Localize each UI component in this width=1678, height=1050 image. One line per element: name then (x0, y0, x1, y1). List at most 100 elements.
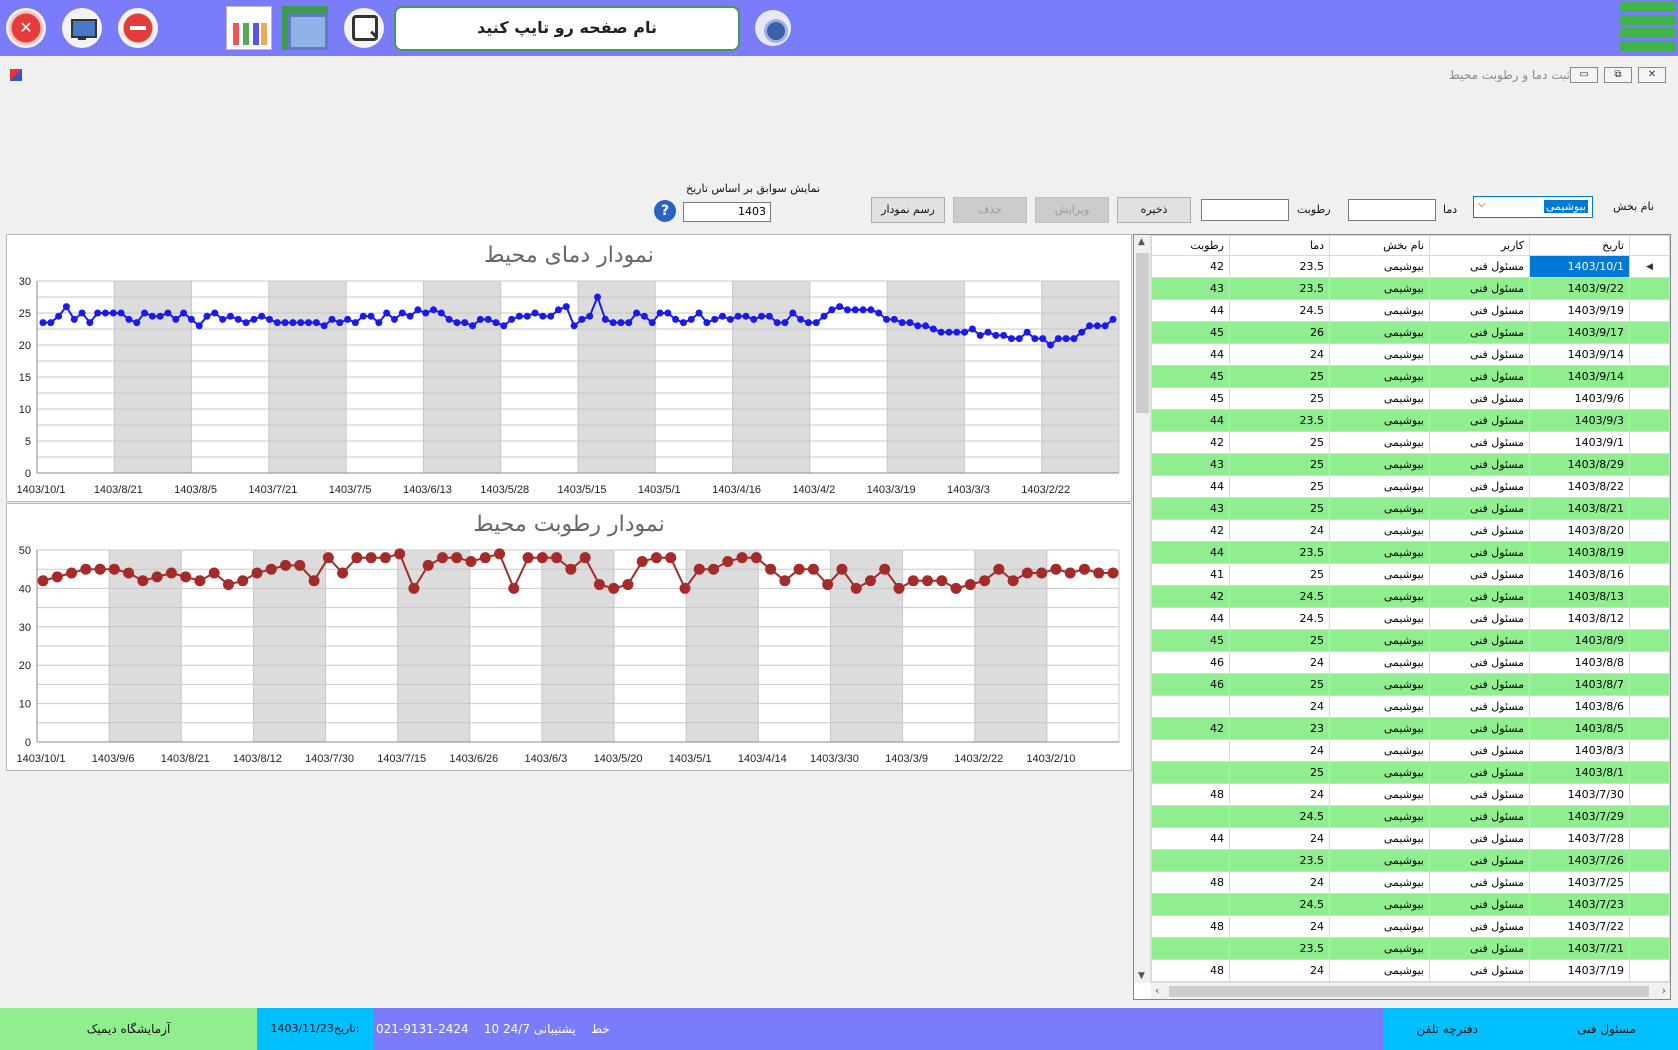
table-row[interactable]: 24 بیوشیمی مسئول فنی 1403/8/3 (1151, 739, 1670, 762)
date-cell[interactable]: 1403/8/8 (1529, 651, 1630, 674)
temperature-cell[interactable]: 24.5 (1229, 299, 1330, 322)
section-cell[interactable]: بیوشیمی (1329, 431, 1430, 454)
section-cell[interactable]: بیوشیمی (1329, 475, 1430, 498)
table-row[interactable]: 45 25 بیوشیمی مسئول فنی 1403/8/9 (1151, 629, 1670, 652)
humidity-cell[interactable]: 48 (1151, 915, 1230, 938)
humidity-cell[interactable]: 46 (1151, 673, 1230, 696)
table-row[interactable]: 42 24.5 بیوشیمی مسئول فنی 1403/8/13 (1151, 585, 1670, 608)
humidity-cell[interactable]: 42 (1151, 585, 1230, 608)
date-cell[interactable]: 1403/9/14 (1529, 365, 1630, 388)
temperature-cell[interactable]: 24.5 (1229, 893, 1330, 916)
section-cell[interactable]: بیوشیمی (1329, 629, 1430, 652)
user-cell[interactable]: مسئول فنی (1429, 673, 1530, 696)
temperature-cell[interactable]: 23.5 (1229, 849, 1330, 872)
table-row[interactable]: 48 24 بیوشیمی مسئول فنی 1403/7/22 (1151, 915, 1670, 938)
user-cell[interactable]: مسئول فنی (1429, 585, 1530, 608)
temperature-cell[interactable]: 25 (1229, 365, 1330, 388)
temperature-cell[interactable]: 25 (1229, 629, 1330, 652)
humidity-cell[interactable]: 43 (1151, 497, 1230, 520)
table-row[interactable]: 45 25 بیوشیمی مسئول فنی 1403/9/14 (1151, 365, 1670, 388)
temperature-cell[interactable]: 25 (1229, 475, 1330, 498)
date-cell[interactable]: 1403/9/14 (1529, 343, 1630, 366)
section-cell[interactable]: بیوشیمی (1329, 805, 1430, 828)
date-cell[interactable]: 1403/8/7 (1529, 673, 1630, 696)
scroll-left-icon[interactable]: ‹ (1155, 984, 1159, 997)
date-cell[interactable]: 1403/7/25 (1529, 871, 1630, 894)
row-header[interactable] (1629, 321, 1670, 344)
row-header[interactable] (1629, 519, 1670, 542)
section-cell[interactable]: بیوشیمی (1329, 959, 1430, 982)
section-cell[interactable]: بیوشیمی (1329, 915, 1430, 938)
row-header[interactable] (1629, 409, 1670, 432)
row-header[interactable] (1629, 431, 1670, 454)
humidity-cell[interactable]: 44 (1151, 409, 1230, 432)
table-row[interactable]: 48 24 بیوشیمی مسئول فنی 1403/7/19 (1151, 959, 1670, 982)
scroll-up-icon[interactable]: ▲ (1138, 237, 1145, 247)
temperature-cell[interactable]: 24 (1229, 519, 1330, 542)
date-cell[interactable]: 1403/9/3 (1529, 409, 1630, 432)
user-cell[interactable]: مسئول فنی (1429, 387, 1530, 410)
phonebook-link[interactable]: دفترچه تلفن (1412, 1008, 1478, 1050)
section-cell[interactable]: بیوشیمی (1329, 827, 1430, 850)
user-cell[interactable]: مسئول فنی (1429, 915, 1530, 938)
row-header[interactable] (1629, 673, 1670, 696)
date-cell[interactable]: 1403/8/29 (1529, 453, 1630, 476)
section-cell[interactable]: بیوشیمی (1329, 365, 1430, 388)
date-cell[interactable]: 1403/7/29 (1529, 805, 1630, 828)
table-row[interactable]: 44 24.5 بیوشیمی مسئول فنی 1403/8/12 (1151, 607, 1670, 630)
date-cell[interactable]: 1403/7/26 (1529, 849, 1630, 872)
user-cell[interactable]: مسئول فنی (1429, 827, 1530, 850)
user-cell[interactable]: مسئول فنی (1429, 321, 1530, 344)
humidity-cell[interactable]: 45 (1151, 629, 1230, 652)
humidity-input[interactable] (1201, 199, 1289, 221)
row-header[interactable] (1629, 805, 1670, 828)
date-cell[interactable]: 1403/9/17 (1529, 321, 1630, 344)
user-cell[interactable]: مسئول فنی (1429, 717, 1530, 740)
humidity-cell[interactable] (1151, 695, 1230, 718)
date-cell[interactable]: 1403/8/22 (1529, 475, 1630, 498)
table-row[interactable]: 24.5 بیوشیمی مسئول فنی 1403/7/29 (1151, 805, 1670, 828)
section-combobox[interactable]: ⌵ بیوشیمی (1473, 196, 1593, 218)
section-cell[interactable]: بیوشیمی (1329, 849, 1430, 872)
window-minimize-button[interactable]: ▭ (1570, 67, 1598, 83)
section-cell[interactable]: بیوشیمی (1329, 321, 1430, 344)
row-header[interactable] (1629, 299, 1670, 322)
humidity-cell[interactable]: 45 (1151, 387, 1230, 410)
date-cell[interactable]: 1403/7/22 (1529, 915, 1630, 938)
table-row[interactable]: 25 بیوشیمی مسئول فنی 1403/8/1 (1151, 761, 1670, 784)
section-cell[interactable]: بیوشیمی (1329, 761, 1430, 784)
vertical-scrollbar[interactable]: ▲ ▼ (1134, 235, 1151, 983)
humidity-cell[interactable] (1151, 739, 1230, 762)
row-header[interactable] (1629, 585, 1670, 608)
humidity-cell[interactable]: 42 (1151, 717, 1230, 740)
temperature-cell[interactable]: 24.5 (1229, 805, 1330, 828)
humidity-cell[interactable]: 46 (1151, 651, 1230, 674)
user-cell[interactable]: مسئول فنی (1429, 959, 1530, 982)
row-header[interactable] (1629, 343, 1670, 366)
row-header[interactable] (1629, 629, 1670, 652)
humidity-cell[interactable]: 44 (1151, 541, 1230, 564)
date-cell[interactable]: 1403/8/13 (1529, 585, 1630, 608)
user-cell[interactable]: مسئول فنی (1429, 761, 1530, 784)
temperature-cell[interactable]: 23.5 (1229, 277, 1330, 300)
temperature-cell[interactable]: 25 (1229, 673, 1330, 696)
row-header[interactable] (1629, 453, 1670, 476)
user-cell[interactable]: مسئول فنی (1429, 343, 1530, 366)
humidity-cell[interactable]: 48 (1151, 871, 1230, 894)
humidity-cell[interactable]: 44 (1151, 299, 1230, 322)
section-cell[interactable]: بیوشیمی (1329, 585, 1430, 608)
date-cell[interactable]: 1403/8/1 (1529, 761, 1630, 784)
temperature-cell[interactable]: 23.5 (1229, 255, 1330, 278)
temperature-cell[interactable]: 24 (1229, 343, 1330, 366)
humidity-cell[interactable]: 43 (1151, 453, 1230, 476)
row-header[interactable] (1629, 563, 1670, 586)
date-filter-input[interactable]: 1403 (683, 202, 771, 222)
eye-icon[interactable] (755, 10, 791, 46)
table-row[interactable]: 45 25 بیوشیمی مسئول فنی 1403/9/6 (1151, 387, 1670, 410)
table-row[interactable]: 44 25 بیوشیمی مسئول فنی 1403/8/22 (1151, 475, 1670, 498)
temperature-cell[interactable]: 25 (1229, 453, 1330, 476)
temperature-input[interactable] (1348, 199, 1436, 221)
humidity-cell[interactable] (1151, 893, 1230, 916)
row-header[interactable] (1629, 365, 1670, 388)
row-header[interactable] (1629, 893, 1670, 916)
